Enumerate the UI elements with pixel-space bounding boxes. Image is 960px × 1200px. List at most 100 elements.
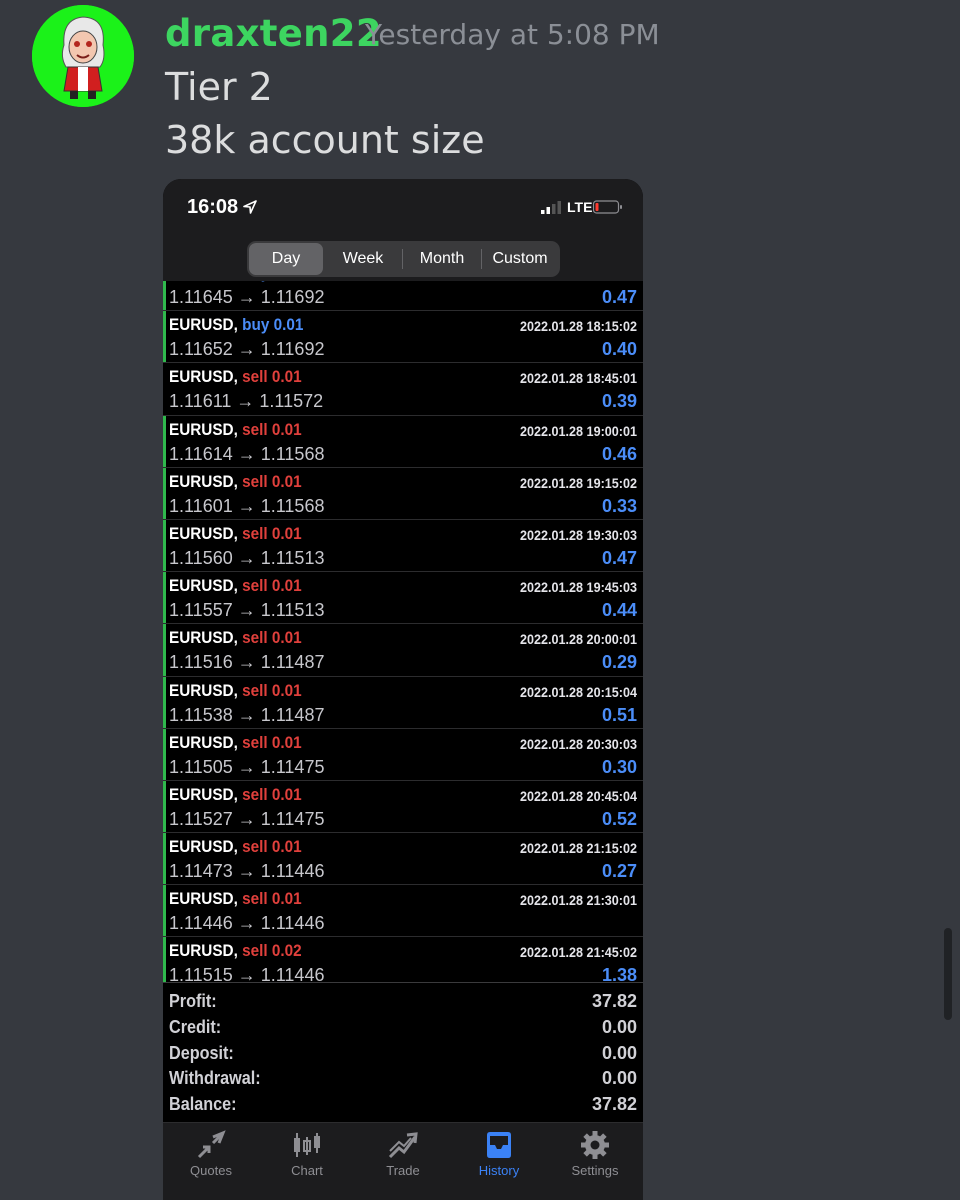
trade-datetime: 2022.01.28 20:45:04 (520, 787, 637, 804)
bottom-tab-bar: Quotes Chart Trade History Settings (163, 1122, 643, 1200)
trade-symbol: EURUSD, sell 0.01 (169, 628, 302, 648)
status-time: 16:08 (187, 196, 239, 218)
summary-row: Withdrawal: 0.00 (163, 1068, 643, 1094)
trade-datetime: 2022.01.28 19:15:02 (520, 474, 637, 491)
trade-row[interactable]: EURUSD, sell 0.01 2022.01.28 21:15:02 1.11… (163, 833, 643, 886)
trade-profit: 0.27 (601, 861, 637, 882)
trade-side: sell 0.01 (242, 367, 302, 387)
trade-row[interactable]: EURUSD, sell 0.01 2022.01.28 19:00:01 1.11… (163, 415, 643, 468)
tab-history[interactable]: History (451, 1123, 547, 1200)
trade-prices: 1.11601 → 1.11568 (169, 495, 325, 516)
trade-profit: 0.51 (601, 704, 637, 725)
trade-side: sell 0.01 (242, 523, 302, 543)
trade-prices: 1.11516 → 1.11487 (169, 652, 325, 673)
trade-side: sell 0.01 (242, 628, 302, 648)
history-icon (487, 1132, 511, 1158)
network-label: LTE (567, 199, 593, 215)
tab-settings[interactable]: Settings (547, 1123, 643, 1200)
trade-prices: 1.11538 → 1.11487 (169, 704, 325, 725)
segment-custom[interactable]: Custom (482, 243, 558, 275)
trade-datetime: 2022.01.28 18:15:02 (520, 318, 637, 335)
trade-datetime: 2022.01.28 21:30:01 (520, 892, 637, 909)
tab-label: Settings (571, 1163, 619, 1178)
trade-row[interactable]: EURUSD, buy 0.01 2022.01.28 18:15:02 1.116… (163, 311, 643, 364)
trade-symbol: EURUSD, sell 0.01 (169, 576, 302, 596)
trade-prices: 1.11652 → 1.11692 (169, 339, 325, 360)
trade-symbol: EURUSD, sell 0.01 (169, 471, 302, 491)
trade-profit: 0.39 (601, 391, 637, 412)
tab-chart[interactable]: Chart (259, 1123, 355, 1200)
settings-icon (581, 1131, 609, 1159)
chart-icon (294, 1133, 320, 1157)
summary-label: Profit: (169, 991, 217, 1011)
summary-value: 0.00 (601, 1042, 637, 1063)
period-selector: Day Week Month Custom (163, 237, 643, 281)
trade-prices: 1.11614 → 1.11568 (169, 443, 325, 464)
trade-symbol: EURUSD, sell 0.01 (169, 367, 302, 387)
trade-symbol: EURUSD, sell 0.01 (169, 680, 302, 700)
trade-row[interactable]: EURUSD, sell 0.01 2022.01.28 21:30:01 1.11… (163, 885, 643, 938)
trade-datetime: 2022.01.28 19:30:03 (520, 526, 637, 543)
segment-month[interactable]: Month (403, 243, 481, 275)
summary-row: Profit: 37.82 (163, 991, 643, 1017)
trade-side: sell 0.01 (242, 889, 302, 909)
trade-profit: 0.33 (601, 495, 637, 516)
summary-row: Credit: 0.00 (163, 1017, 643, 1043)
trade-row[interactable]: EURUSD, sell 0.01 2022.01.28 20:30:03 1.11… (163, 728, 643, 781)
location-arrow-icon (243, 200, 257, 214)
trade-side: sell 0.02 (242, 941, 302, 961)
trade-symbol: EURUSD, sell 0.01 (169, 419, 302, 439)
trade-row[interactable]: EURUSD, sell 0.01 2022.01.28 19:15:02 1.11… (163, 467, 643, 520)
tab-label: Quotes (190, 1163, 232, 1178)
message-line: 38k account size (165, 118, 485, 162)
trade-datetime: 2022.01.28 19:45:03 (520, 579, 637, 596)
summary-value: 0.00 (601, 1016, 637, 1037)
trade-symbol: EURUSD, buy 0.01 (169, 281, 303, 283)
status-bar: 16:08 LTE (163, 179, 643, 237)
summary-label: Withdrawal: (169, 1068, 261, 1089)
attached-screenshot[interactable]: 16:08 LTE Day Week Month Custom EURUSD, … (163, 179, 643, 1200)
tab-quotes[interactable]: Quotes (163, 1123, 259, 1200)
trade-side: sell 0.01 (242, 732, 302, 752)
trade-datetime: 2022.01.28 21:15:02 (520, 840, 637, 857)
trade-profit: 0.47 (601, 547, 637, 568)
trade-row[interactable]: EURUSD, buy 0.01 1.11645 → 1.11692 0.47 (163, 281, 643, 312)
avatar[interactable] (32, 5, 134, 107)
trade-history-list[interactable]: EURUSD, buy 0.01 1.11645 → 1.11692 0.47 EUR… (163, 281, 643, 982)
trade-row[interactable]: EURUSD, sell 0.02 2022.01.28 21:45:02 1.11… (163, 937, 643, 982)
trade-side: buy 0.01 (242, 281, 303, 282)
segment-day[interactable]: Day (249, 243, 323, 275)
trade-row[interactable]: EURUSD, sell 0.01 2022.01.28 20:45:04 1.11… (163, 780, 643, 834)
trade-row[interactable]: EURUSD, sell 0.01 2022.01.28 20:15:04 1.11… (163, 676, 643, 729)
trade-datetime: 2022.01.28 20:30:03 (520, 735, 637, 752)
trade-row[interactable]: EURUSD, sell 0.01 2022.01.28 19:30:03 1.11… (163, 519, 643, 573)
signal-icon (541, 201, 561, 214)
trade-profit: 0.52 (601, 808, 637, 829)
tab-label: Trade (386, 1163, 420, 1178)
trade-prices: 1.11560 → 1.11513 (169, 547, 325, 568)
trade-profit: 0.40 (601, 339, 637, 360)
username[interactable]: draxten22 (165, 12, 382, 55)
trade-row[interactable]: EURUSD, sell 0.01 2022.01.28 18:45:01 1.11… (163, 363, 643, 416)
trade-side: sell 0.01 (242, 837, 302, 857)
trade-datetime: 2022.01.28 21:45:02 (520, 944, 637, 961)
summary-label: Credit: (169, 1016, 222, 1037)
summary-value: 37.82 (591, 1094, 637, 1115)
trade-symbol: EURUSD, sell 0.01 (169, 732, 302, 752)
tab-trade[interactable]: Trade (355, 1123, 451, 1200)
scrollbar-thumb[interactable] (944, 928, 952, 1020)
segment-week[interactable]: Week (325, 243, 401, 275)
trade-side: sell 0.01 (242, 784, 302, 804)
summary-row: Deposit: 0.00 (163, 1043, 643, 1069)
trade-prices: 1.11645 → 1.11692 (169, 287, 325, 307)
trade-symbol: EURUSD, sell 0.02 (169, 941, 302, 961)
trade-prices: 1.11611 → 1.11572 (169, 391, 324, 412)
account-summary: Profit: 37.82 Credit: 0.00 Deposit: 0.00 Withd… (163, 982, 643, 1122)
message-timestamp: Yesterday at 5:08 PM (365, 18, 660, 51)
trade-row[interactable]: EURUSD, sell 0.01 2022.01.28 19:45:03 1.11… (163, 572, 643, 625)
message-line: Tier 2 (165, 65, 273, 109)
trade-row[interactable]: EURUSD, sell 0.01 2022.01.28 20:00:01 1.11… (163, 624, 643, 677)
trade-profit: 0.30 (601, 756, 637, 777)
trade-profit: 0.46 (601, 443, 637, 464)
trade-side: sell 0.01 (242, 576, 302, 596)
